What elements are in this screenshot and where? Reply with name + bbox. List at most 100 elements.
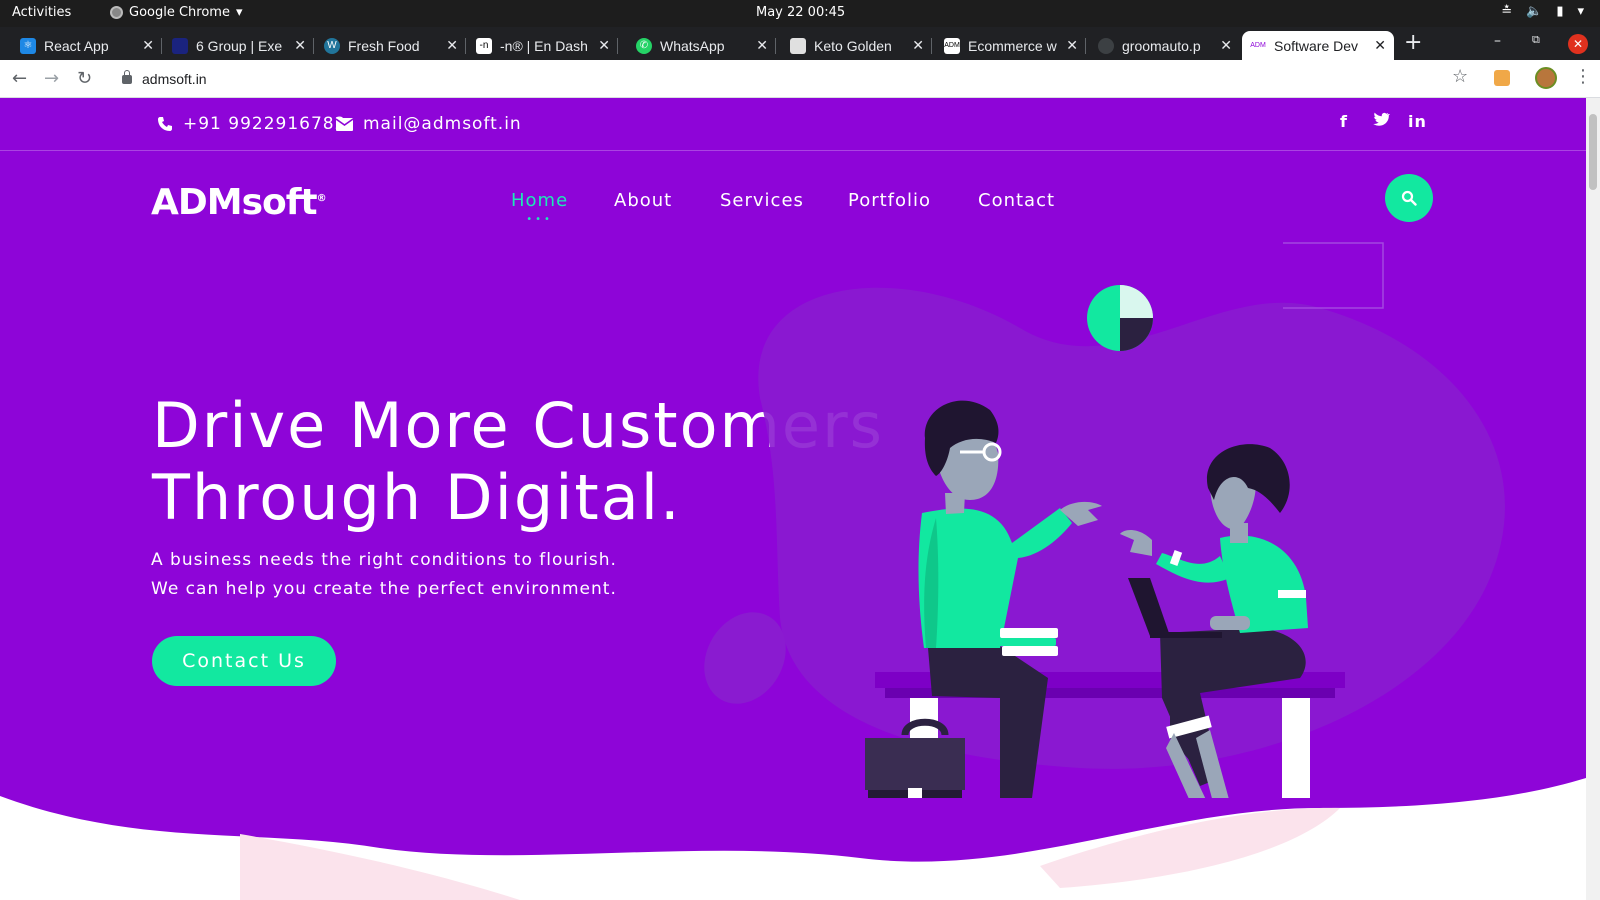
tab-label: Ecommerce w <box>968 37 1057 54</box>
page-viewport: +91 9922916782 mail@admsoft.in f in ADMs… <box>0 98 1586 900</box>
chrome-menu-icon[interactable]: ⋮ <box>1574 66 1592 87</box>
react-icon: ⚛ <box>20 37 36 54</box>
reload-button[interactable]: ↻ <box>77 68 92 89</box>
extension-icon[interactable] <box>1494 70 1510 86</box>
tab-react-app[interactable]: ⚛ React App ✕ <box>12 31 162 60</box>
tab-ecommerce[interactable]: ADM Ecommerce w ✕ <box>936 31 1086 60</box>
close-icon[interactable]: ✕ <box>294 37 306 54</box>
hero-sub-line2: We can help you create the perfect envir… <box>151 579 617 599</box>
facebook-icon[interactable]: f <box>1340 112 1348 131</box>
app-name: Google Chrome <box>129 5 230 20</box>
close-icon[interactable]: ✕ <box>446 37 458 54</box>
envelope-icon <box>336 117 353 131</box>
tab-label: Software Dev <box>1274 37 1359 54</box>
tab-en-dash[interactable]: -n -n® | En Dash ✕ <box>468 31 618 60</box>
window-close-button[interactable]: ✕ <box>1568 34 1588 54</box>
tab-label: Keto Golden <box>814 37 892 54</box>
nav-portfolio[interactable]: Portfolio <box>848 190 931 211</box>
email-address: mail@admsoft.in <box>363 114 522 134</box>
search-button[interactable] <box>1385 174 1433 222</box>
tab-label: Fresh Food <box>348 37 420 54</box>
close-icon[interactable]: ✕ <box>1374 37 1386 54</box>
page-scrollbar[interactable] <box>1586 98 1600 900</box>
tab-label: -n® | En Dash <box>500 37 588 54</box>
scrollbar-thumb[interactable] <box>1589 114 1597 190</box>
minimize-button[interactable]: – <box>1494 33 1501 49</box>
site-icon: -n <box>476 37 492 54</box>
profile-avatar[interactable] <box>1535 67 1557 89</box>
battery-icon: ▮ <box>1556 4 1564 19</box>
wifi-icon: ≛ <box>1501 4 1513 19</box>
tab-separator <box>161 38 162 54</box>
tab-separator <box>931 38 932 54</box>
admsoft-icon: ADM <box>1250 37 1266 54</box>
close-icon[interactable]: ✕ <box>912 37 924 54</box>
registered-mark: ® <box>316 193 327 204</box>
site-icon <box>790 37 806 54</box>
globe-icon <box>1098 37 1114 54</box>
tab-keto-golden[interactable]: Keto Golden ✕ <box>782 31 932 60</box>
address-bar[interactable]: admsoft.in <box>108 64 1484 94</box>
contact-us-button[interactable]: Contact Us <box>152 636 336 686</box>
close-icon[interactable]: ✕ <box>598 37 610 54</box>
tab-software-dev[interactable]: ADM Software Dev ✕ <box>1242 31 1394 60</box>
whatsapp-icon: ✆ <box>636 37 652 54</box>
volume-icon: 🔈 <box>1526 4 1543 19</box>
linkedin-icon[interactable]: in <box>1408 112 1427 131</box>
chevron-down-icon: ▾ <box>235 5 243 20</box>
wordpress-icon: W <box>324 37 340 54</box>
tab-label: 6 Group | Exe <box>196 37 283 54</box>
hero-subtitle: A business needs the right conditions to… <box>151 546 617 604</box>
search-icon <box>1401 190 1417 206</box>
tab-groomauto[interactable]: groomauto.p ✕ <box>1090 31 1240 60</box>
nav-about[interactable]: About <box>614 190 672 211</box>
app-menu[interactable]: Google Chrome ▾ <box>110 5 243 20</box>
active-indicator: ••• <box>526 214 553 225</box>
tab-whatsapp[interactable]: ✆ WhatsApp ✕ <box>628 31 776 60</box>
close-icon[interactable]: ✕ <box>1066 37 1078 54</box>
back-button[interactable]: ← <box>12 68 27 89</box>
close-icon[interactable]: ✕ <box>756 37 768 54</box>
lock-icon[interactable] <box>122 69 132 84</box>
os-top-bar: Activities Google Chrome ▾ May 22 00:45 … <box>0 0 1600 27</box>
phone-contact[interactable]: +91 9922916782 <box>157 114 346 134</box>
restore-button[interactable]: ⧉ <box>1532 33 1540 47</box>
new-tab-button[interactable]: + <box>1404 30 1422 55</box>
nav-contact[interactable]: Contact <box>978 190 1055 211</box>
hero-illustration <box>704 242 1505 798</box>
tab-6-group[interactable]: 6 Group | Exe ✕ <box>164 31 314 60</box>
hero-sub-line1: A business needs the right conditions to… <box>151 550 617 570</box>
close-icon[interactable]: ✕ <box>1220 37 1232 54</box>
tab-fresh-food[interactable]: W Fresh Food ✕ <box>316 31 466 60</box>
nav-label: Home <box>511 190 569 211</box>
close-icon[interactable]: ✕ <box>142 37 154 54</box>
tab-separator <box>465 38 466 54</box>
tab-label: React App <box>44 37 109 54</box>
activities-button[interactable]: Activities <box>12 5 71 20</box>
logo-text: ADMsoft <box>151 182 318 223</box>
tab-label: groomauto.p <box>1122 37 1201 54</box>
tab-strip: ⚛ React App ✕ 6 Group | Exe ✕ W Fresh Fo… <box>0 27 1600 60</box>
chrome-icon <box>110 6 123 19</box>
email-contact[interactable]: mail@admsoft.in <box>336 114 522 134</box>
site-logo[interactable]: ADMsoft® <box>151 182 327 223</box>
phone-icon <box>158 117 172 131</box>
nav-services[interactable]: Services <box>720 190 804 211</box>
bookmark-star-icon[interactable]: ☆ <box>1452 66 1468 87</box>
tab-separator <box>617 38 618 54</box>
tab-separator <box>775 38 776 54</box>
clock[interactable]: May 22 00:45 <box>756 5 845 20</box>
tab-label: WhatsApp <box>660 37 725 54</box>
tab-separator <box>313 38 314 54</box>
url-text: admsoft.in <box>142 71 207 87</box>
system-tray[interactable]: ≛ 🔈 ▮ ▾ <box>1501 4 1584 19</box>
chevron-down-icon: ▾ <box>1577 4 1584 19</box>
site-icon <box>172 37 188 54</box>
twitter-icon[interactable] <box>1372 112 1390 131</box>
browser-toolbar: ← → ↻ admsoft.in ☆ ⋮ <box>0 60 1600 98</box>
tab-separator <box>1085 38 1086 54</box>
forward-button[interactable]: → <box>44 68 59 89</box>
top-info-bar: +91 9922916782 mail@admsoft.in f in <box>0 98 1586 151</box>
phone-number: +91 9922916782 <box>183 114 347 134</box>
nav-home[interactable]: Home ••• <box>511 190 569 225</box>
